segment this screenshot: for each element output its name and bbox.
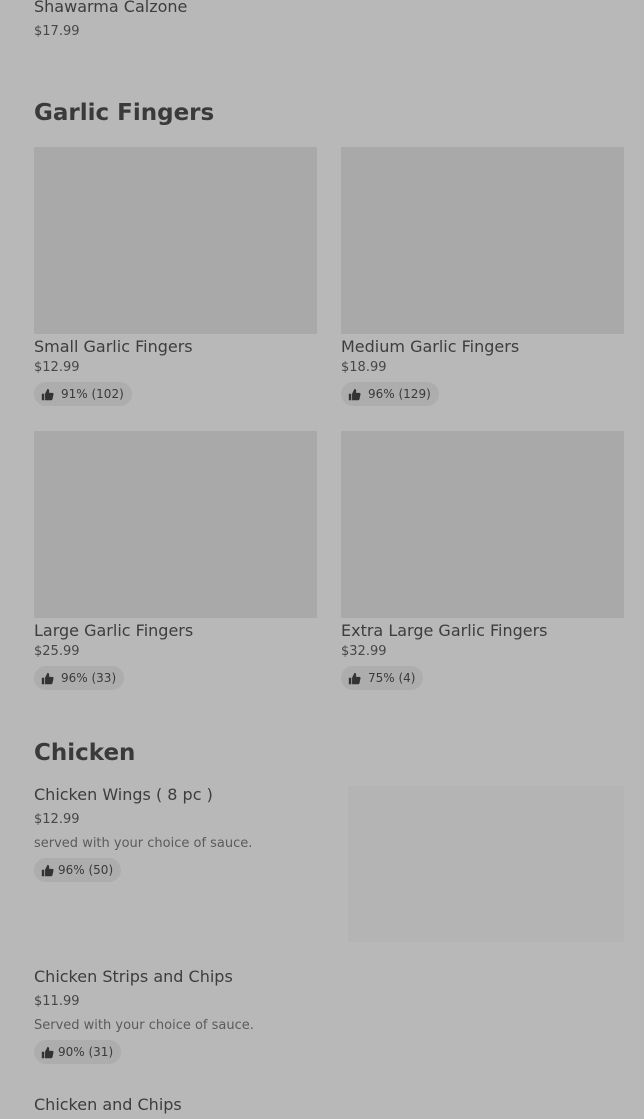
menu-item-price: $18.99 [341,360,387,375]
thumbs-up-icon [41,864,54,876]
menu-item-title[interactable]: Chicken Strips and Chips [34,967,233,987]
menu-item-price: $25.99 [34,644,80,659]
menu-item-title[interactable]: Chicken Wings ( 8 pc ) [34,785,213,805]
menu-item-image[interactable] [341,431,624,618]
thumbs-up-icon [41,1046,54,1058]
rating-text: 90% (31) [58,1045,114,1059]
menu-item-title[interactable]: Chicken and Chips [34,1095,182,1115]
rating-badge: 91% (102) [34,382,132,406]
menu-item-title[interactable]: Small Garlic Fingers [34,337,193,357]
rating-badge: 96% (33) [34,666,125,690]
rating-text: 96% (33) [61,671,117,685]
rating-badge: 90% (31) [34,1040,122,1064]
menu-item-price: $17.99 [34,24,80,39]
menu-item-title[interactable]: Large Garlic Fingers [34,621,193,641]
menu-item-price: $11.99 [34,994,80,1009]
thumbs-up-icon [348,388,361,400]
thumbs-up-icon [41,388,54,400]
section-title-garlic-fingers: Garlic Fingers [34,100,215,126]
menu-item-image[interactable] [341,147,624,334]
rating-text: 75% (4) [368,671,416,685]
rating-badge: 96% (50) [34,858,122,882]
rating-badge: 75% (4) [341,666,424,690]
menu-item-image[interactable] [34,147,317,334]
rating-text: 96% (50) [58,863,114,877]
menu-item-price: $32.99 [341,644,387,659]
menu-item-title[interactable]: Medium Garlic Fingers [341,337,519,357]
menu-item-image[interactable] [34,431,317,618]
menu-item-title[interactable]: Shawarma Calzone [34,0,187,17]
rating-badge: 96% (129) [341,382,439,406]
menu-item-price: $12.99 [34,360,80,375]
thumbs-up-icon [348,672,361,684]
section-title-chicken: Chicken [34,740,136,766]
menu-item-description: Served with your choice of sauce. [34,1018,254,1033]
menu-item-price: $12.99 [34,812,80,827]
thumbs-up-icon [41,672,54,684]
rating-text: 96% (129) [368,387,431,401]
menu-item-image[interactable] [348,786,624,942]
menu-item-description: served with your choice of sauce. [34,836,253,851]
rating-text: 91% (102) [61,387,124,401]
menu-item-title[interactable]: Extra Large Garlic Fingers [341,621,548,641]
